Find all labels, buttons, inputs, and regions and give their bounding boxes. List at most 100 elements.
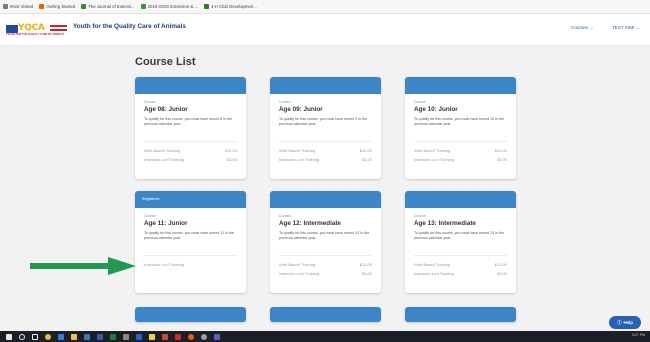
training-option[interactable]: Instructor-Led Training $3.00 bbox=[414, 157, 507, 162]
course-description: To qualify for this course, you must hav… bbox=[279, 231, 370, 240]
store-icon[interactable] bbox=[84, 333, 90, 340]
training-type: Web-Based Training bbox=[279, 148, 316, 153]
site-title[interactable]: Youth for the Quality Care of Animals bbox=[73, 23, 186, 30]
bookmarks-bar: Most Visited Getting Started The Journal… bbox=[0, 0, 650, 14]
firefox-icon bbox=[39, 4, 45, 9]
training-type: Instructor-Led Training bbox=[414, 157, 455, 162]
teams-icon[interactable] bbox=[214, 333, 220, 340]
training-price: $3.00 bbox=[496, 271, 507, 276]
card-header-band bbox=[405, 191, 516, 208]
training-type: Instructor-Led Training bbox=[279, 271, 320, 276]
training-type: Web-Based Training bbox=[144, 148, 181, 153]
bookmark-getting-started[interactable]: Getting Started bbox=[39, 4, 75, 9]
windows-icon[interactable] bbox=[6, 333, 12, 340]
firefox-icon[interactable] bbox=[188, 333, 194, 340]
help-button[interactable]: ⓘ Help bbox=[609, 316, 641, 329]
acrobat-icon[interactable] bbox=[175, 333, 181, 340]
question-icon: ⓘ bbox=[617, 319, 622, 325]
training-option[interactable]: Instructor-Led Training $3.00 bbox=[144, 157, 237, 162]
training-option[interactable]: Instructor-Led Training bbox=[144, 262, 237, 267]
training-option[interactable]: Instructor-Led Training $3.00 bbox=[414, 271, 507, 276]
course-description: To qualify for this course, you must hav… bbox=[144, 117, 233, 126]
edge-icon[interactable] bbox=[58, 333, 64, 340]
course-description: To qualify for this course, you must hav… bbox=[279, 117, 368, 126]
user-menu[interactable]: TEST KIMI ⌄ bbox=[612, 25, 640, 30]
course-card-partial[interactable] bbox=[135, 307, 246, 322]
course-type-label: Course bbox=[279, 100, 291, 104]
divider bbox=[414, 255, 507, 256]
training-price: $12.00 bbox=[494, 262, 507, 267]
training-option[interactable]: Instructor-Led Training $3.00 bbox=[279, 157, 372, 162]
course-name: Age 09: Junior bbox=[279, 106, 323, 113]
logo-wordmark: YQCA bbox=[18, 23, 45, 33]
settings-icon[interactable] bbox=[201, 333, 207, 340]
help-label: Help bbox=[623, 320, 633, 325]
course-card-partial[interactable] bbox=[405, 307, 516, 322]
word-icon[interactable] bbox=[97, 333, 103, 340]
leaf-icon bbox=[140, 4, 146, 9]
taskbar: 3:27 PM bbox=[0, 331, 650, 342]
course-type-label: Course bbox=[279, 214, 291, 218]
yqca-logo[interactable]: YQCA YOUTH FOR THE QUALITY CARE OF ANIMA… bbox=[6, 23, 68, 37]
training-price: $3.00 bbox=[496, 157, 507, 162]
course-card[interactable]: Course Age 10: Junior To qualify for thi… bbox=[405, 77, 516, 179]
calculator-icon[interactable] bbox=[123, 333, 129, 340]
card-header-band bbox=[405, 77, 516, 94]
bookmark-4h-club[interactable]: 4-H Club Developmen... bbox=[203, 4, 257, 9]
powerpoint-icon[interactable] bbox=[162, 333, 168, 340]
course-type-label: Course bbox=[414, 100, 426, 104]
search-icon[interactable] bbox=[19, 333, 25, 340]
course-card[interactable]: Course Age 12: Intermediate To qualify f… bbox=[270, 191, 381, 293]
training-option[interactable]: Web-Based Training $12.00 bbox=[279, 262, 372, 267]
sticky-notes-icon[interactable] bbox=[149, 333, 155, 340]
card-header-band bbox=[135, 307, 246, 322]
course-name: Age 10: Junior bbox=[414, 106, 458, 113]
course-type-label: Course bbox=[144, 214, 156, 218]
course-description: To qualify for this course, you must hav… bbox=[414, 117, 505, 126]
training-price: $3.00 bbox=[226, 157, 237, 162]
course-card-registered[interactable]: Registered Course Age 11: Junior To qual… bbox=[135, 191, 246, 293]
gear-icon bbox=[3, 4, 8, 9]
card-header-band bbox=[270, 307, 381, 322]
training-option[interactable]: Instructor-Led Training $3.00 bbox=[279, 271, 372, 276]
logo-flag-stars bbox=[6, 25, 18, 33]
system-clock[interactable]: 3:27 PM bbox=[632, 333, 645, 337]
chrome-icon[interactable] bbox=[45, 333, 51, 340]
training-type: Instructor-Led Training bbox=[144, 262, 185, 267]
card-header-band: Registered bbox=[135, 191, 246, 208]
registered-badge: Registered bbox=[142, 197, 160, 201]
course-card[interactable]: Course Age 08: Junior To qualify for thi… bbox=[135, 77, 246, 179]
logo-tagline: YOUTH FOR THE QUALITY CARE OF ANIMALS bbox=[6, 33, 65, 36]
course-card[interactable]: Course Age 09: Junior To qualify for thi… bbox=[270, 77, 381, 179]
training-price: $12.00 bbox=[359, 262, 372, 267]
user-menu-label: TEST KIMI bbox=[612, 25, 635, 30]
course-description: To qualify for this course, you must hav… bbox=[414, 231, 505, 240]
excel-icon[interactable] bbox=[110, 333, 116, 340]
courses-menu[interactable]: Courses ⌄ bbox=[571, 25, 593, 30]
divider bbox=[144, 141, 237, 142]
course-description: To qualify for this course, you must hav… bbox=[144, 231, 234, 240]
outlook-icon[interactable] bbox=[136, 333, 142, 340]
file-explorer-icon[interactable] bbox=[71, 333, 77, 340]
course-card-partial[interactable] bbox=[270, 307, 381, 322]
training-price: $3.00 bbox=[361, 271, 372, 276]
training-option[interactable]: Web-Based Training $12.00 bbox=[279, 148, 372, 153]
training-type: Instructor-Led Training bbox=[279, 157, 320, 162]
course-card[interactable]: Course Age 13: Intermediate To qualify f… bbox=[405, 191, 516, 293]
training-type: Web-Based Training bbox=[414, 262, 451, 267]
training-option[interactable]: Web-Based Training $12.00 bbox=[414, 148, 507, 153]
training-option[interactable]: Web-Based Training $12.00 bbox=[414, 262, 507, 267]
chevron-down-icon: ⌄ bbox=[636, 25, 640, 30]
divider bbox=[414, 141, 507, 142]
task-view-icon[interactable] bbox=[32, 333, 38, 340]
training-type: Web-Based Training bbox=[279, 262, 316, 267]
app-header: YQCA YOUTH FOR THE QUALITY CARE OF ANIMA… bbox=[0, 14, 650, 46]
courses-menu-label: Courses bbox=[571, 25, 589, 30]
divider bbox=[279, 255, 372, 256]
training-price: $12.00 bbox=[359, 148, 372, 153]
bookmark-journal-of-extension[interactable]: The Journal of Extensi... bbox=[81, 4, 135, 9]
training-option[interactable]: Web-Based Training $12.00 bbox=[144, 148, 237, 153]
card-header-band bbox=[270, 77, 381, 94]
bookmark-iosg-extension[interactable]: 2018 IOSG Extension & ... bbox=[140, 4, 198, 9]
bookmark-most-visited[interactable]: Most Visited bbox=[3, 4, 33, 9]
